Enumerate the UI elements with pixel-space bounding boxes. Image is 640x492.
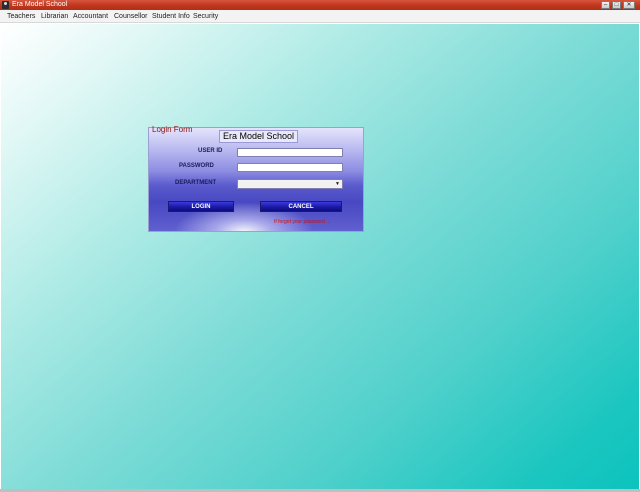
menu-item-student-info[interactable]: Student Info [152, 10, 190, 23]
menu-bar: Teachers Librarian Accountant Counsellor… [0, 10, 640, 23]
window-title: Era Model School [12, 1, 68, 8]
password-label: PASSWORD [179, 163, 214, 169]
school-title: Era Model School [219, 130, 299, 143]
user-id-label: USER ID [198, 148, 223, 154]
user-id-input[interactable] [237, 148, 343, 157]
login-form-panel: Login Form Era Model School USER ID PASS… [148, 125, 364, 232]
minimize-button[interactable]: – [601, 1, 610, 9]
menu-item-teachers[interactable]: Teachers [7, 10, 35, 23]
department-select[interactable]: ▼ [237, 179, 343, 189]
password-input[interactable] [237, 163, 343, 172]
department-label: DEPARTMENT [175, 180, 217, 186]
dropdown-arrow-icon[interactable]: ▼ [334, 181, 341, 187]
forgot-password-link[interactable]: If forgot your password ... [274, 219, 330, 225]
maximize-button[interactable]: □ [612, 1, 621, 9]
login-form-legend: Login Form [152, 125, 193, 134]
login-button[interactable]: LOGIN [168, 201, 234, 212]
close-button[interactable]: ✕ [623, 1, 635, 9]
app-icon [2, 1, 9, 9]
cancel-button[interactable]: CANCEL [260, 201, 342, 212]
title-bar[interactable]: Era Model School – □ ✕ [0, 0, 640, 10]
menu-item-librarian[interactable]: Librarian [41, 10, 68, 23]
menu-item-security[interactable]: Security [193, 10, 218, 23]
menu-item-counsellor[interactable]: Counsellor [114, 10, 147, 23]
mdi-client-area [1, 24, 639, 490]
menu-item-accountant[interactable]: Accountant [73, 10, 108, 23]
